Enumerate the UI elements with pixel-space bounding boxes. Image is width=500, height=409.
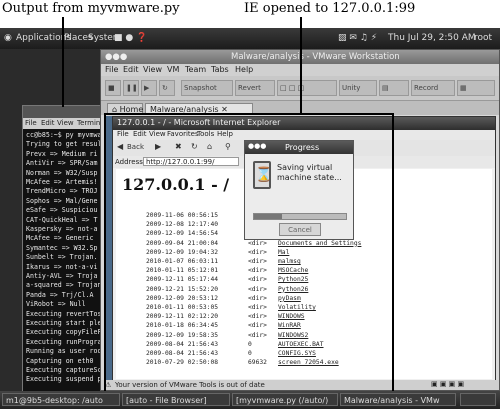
terminal-line: ViRobot => Null bbox=[26, 300, 86, 309]
terminal-line: Norman => W32/Susp bbox=[26, 168, 98, 177]
terminal-line: AntiVir => SPR/Sam bbox=[26, 159, 98, 168]
vmw-menu-help[interactable]: Help bbox=[235, 65, 253, 74]
terminal-line: Sophos => Mal/Gene bbox=[26, 196, 98, 205]
vmware-title: Malware/analysis - VMware Workstation bbox=[231, 52, 400, 62]
terminal-line: Executing revertTosn bbox=[26, 309, 106, 318]
snapshot-button[interactable]: Snapshot bbox=[181, 80, 233, 96]
terminal-line: Kaspersky => not-a bbox=[26, 225, 98, 233]
callout-ie-opened: IE opened to 127.0.0.1:99 bbox=[244, 1, 416, 16]
terminal-line: Trying to get result bbox=[26, 140, 106, 149]
terminal-menu-edit[interactable]: Edit bbox=[41, 119, 55, 127]
terminal-line: Symantec => W32.Sp bbox=[26, 243, 98, 252]
terminal-titlebar[interactable] bbox=[23, 106, 107, 118]
terminal-line: Panda => Trj/Cl.A bbox=[26, 290, 94, 299]
unity-button[interactable]: Unity bbox=[339, 80, 377, 96]
extra-tools-icon[interactable]: ▦ bbox=[457, 80, 495, 96]
terminal-line: McAfee => Artemis! bbox=[26, 178, 98, 186]
taskbar-item-vmware[interactable]: Malware/analysis - VMw bbox=[340, 393, 456, 406]
taskbar-item-editor[interactable]: [myvmware.py (/auto/) bbox=[232, 393, 338, 406]
taskbar-item-file-browser[interactable]: [auto - File Browser] bbox=[122, 393, 230, 406]
terminal-window[interactable]: File Edit View Terminal cc@b85:~$ py myv… bbox=[22, 105, 108, 393]
pause-icon[interactable]: ❚❚ bbox=[123, 80, 139, 96]
vmw-menu-edit[interactable]: Edit bbox=[123, 65, 139, 74]
terminal-line: Executing captureScre bbox=[26, 366, 107, 374]
terminal-line: Executing start pleas bbox=[26, 319, 107, 327]
tray-icons[interactable]: ▨ ✉ ♫ ⚡ bbox=[338, 33, 377, 43]
stop-icon[interactable]: ■ bbox=[105, 80, 121, 96]
launcher-icons[interactable]: ■ ● ❓ bbox=[114, 33, 147, 43]
vmw-menu-tabs[interactable]: Tabs bbox=[211, 65, 229, 74]
ie-highlight-frame bbox=[104, 113, 394, 393]
terminal-line: Ikarus => not-a-vi bbox=[26, 262, 98, 271]
terminal-line: Sunbelt => Trojan. bbox=[26, 253, 98, 262]
terminal-line: Antiy-AVL => Troja bbox=[26, 272, 98, 280]
top-panel: ◉ Applications Places System ■ ● ❓ ▨ ✉ ♫… bbox=[0, 28, 500, 49]
terminal-line: CAT-QuickHeal => T bbox=[26, 215, 98, 224]
vmw-menu-view[interactable]: View bbox=[143, 65, 162, 74]
terminal-line: Executing runProgram bbox=[26, 337, 106, 346]
terminal-line: Prevx => Medium ri bbox=[26, 149, 98, 158]
terminal-line: TrendMicro => TROJ bbox=[26, 187, 98, 196]
ubuntu-logo-icon[interactable]: ◉ bbox=[4, 33, 12, 43]
bottom-panel: m1@9b5-desktop: /auto [auto - File Brows… bbox=[0, 391, 500, 409]
terminal-line: Executing copyFileFro bbox=[26, 328, 107, 337]
terminal-menubar: File Edit View Terminal bbox=[23, 118, 107, 129]
window-buttons-icon[interactable]: ●●● bbox=[105, 52, 127, 62]
terminal-line: McAfee => Generic bbox=[26, 234, 94, 243]
terminal-output[interactable]: cc@b85:~$ py myvmware Trying to get resul… bbox=[23, 130, 107, 392]
revert-button[interactable]: Revert bbox=[235, 80, 275, 96]
view-buttons-icon[interactable]: □ □ □ bbox=[277, 80, 337, 96]
vmw-menu-vm[interactable]: VM bbox=[167, 65, 179, 74]
reset-icon[interactable]: ↻ bbox=[159, 80, 175, 96]
play-icon[interactable]: ▶ bbox=[141, 80, 157, 96]
terminal-line: Executing suspend ple bbox=[26, 375, 107, 384]
callout-terminal-output: Output from myvmware.py bbox=[2, 1, 180, 16]
clock[interactable]: Thu Jul 29, 2:50 AM bbox=[388, 33, 476, 43]
workspace-switcher[interactable] bbox=[460, 393, 496, 406]
terminal-line: Running as user root bbox=[26, 347, 106, 356]
terminal-menu-view[interactable]: View bbox=[57, 119, 74, 127]
record-button[interactable]: Record bbox=[411, 80, 455, 96]
terminal-line: cc@b85:~$ py myvmware bbox=[26, 131, 107, 139]
terminal-line: Capturing on eth0 bbox=[26, 356, 94, 365]
vmw-menu-team[interactable]: Team bbox=[185, 65, 206, 74]
terminal-line: eSafe => Suspiciou bbox=[26, 206, 98, 215]
callout-line-terminal bbox=[62, 17, 64, 107]
console-icon[interactable]: ▤ bbox=[379, 80, 409, 96]
terminal-menu-file[interactable]: File bbox=[25, 119, 37, 127]
terminal-line: a-squared => Trojan bbox=[26, 281, 102, 290]
taskbar-item-terminal[interactable]: m1@9b5-desktop: /auto bbox=[2, 393, 120, 406]
username[interactable]: root bbox=[474, 33, 492, 43]
callout-line-ie bbox=[300, 17, 302, 115]
vmw-menu-file[interactable]: File bbox=[105, 65, 118, 74]
device-icons[interactable]: ▣ ▣ ▣ ▣ bbox=[431, 380, 464, 388]
